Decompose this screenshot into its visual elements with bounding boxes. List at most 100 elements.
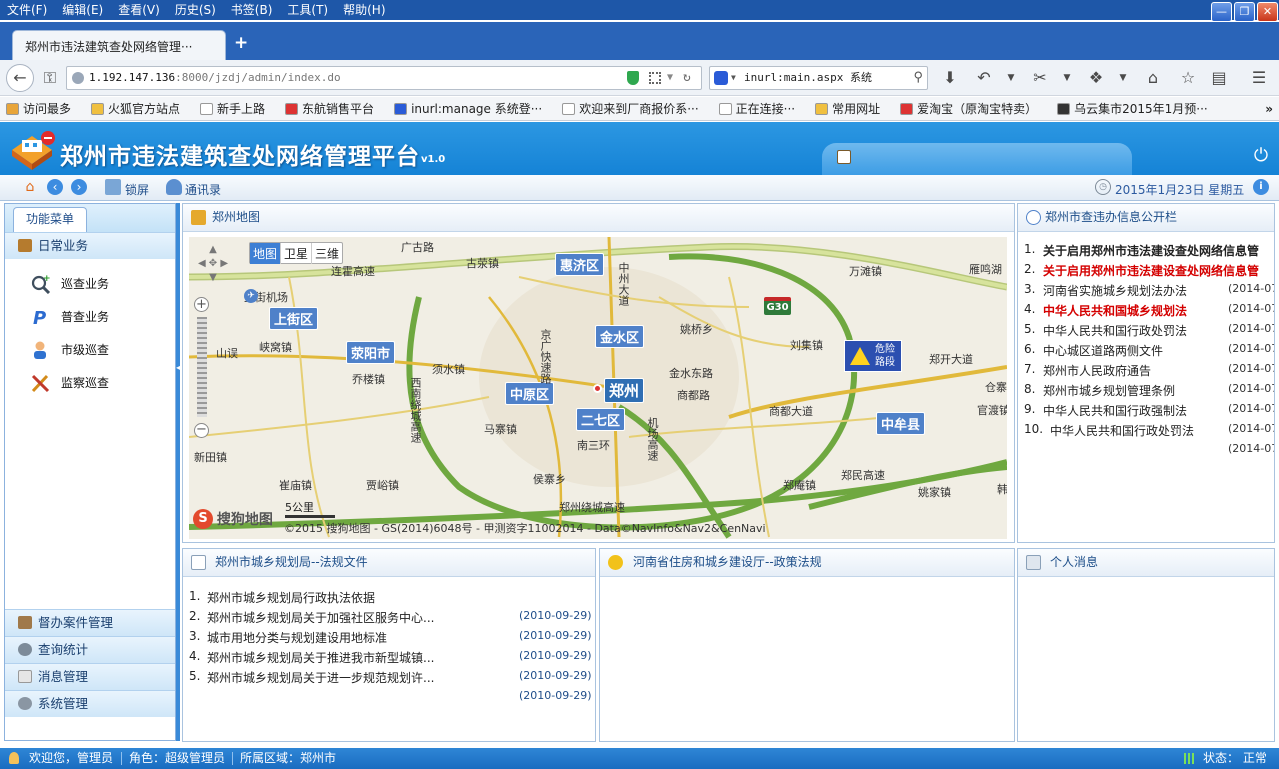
sidebar-section-system[interactable]: 系统管理	[5, 690, 175, 717]
sidebar-section-messages[interactable]: 消息管理	[5, 663, 175, 690]
bookmarks-overflow-icon[interactable]: »	[1265, 97, 1273, 120]
map-type-map-button[interactable]: 地图	[250, 243, 281, 264]
lock-screen-button[interactable]: 锁屏	[125, 181, 149, 198]
bookmark-item[interactable]: 乌云集市2015年1月预···	[1051, 97, 1214, 120]
menu-tools[interactable]: 工具(T)	[280, 0, 336, 19]
map-scale-label: 5公里	[285, 501, 314, 514]
qr-icon[interactable]	[649, 72, 661, 84]
star-icon[interactable]: ☆	[1176, 66, 1200, 90]
reader-icon[interactable]: ▤	[1207, 66, 1231, 90]
contacts-icon[interactable]	[166, 179, 182, 195]
sogou-logo-icon: S	[193, 509, 213, 529]
menu-help[interactable]: 帮助(H)	[336, 0, 393, 19]
bookmark-item[interactable]: 火狐官方站点	[85, 97, 186, 120]
city-label[interactable]: 郑州	[604, 378, 645, 403]
zoom-out-button[interactable]: −	[194, 423, 209, 438]
back-arrow-icon[interactable]: ‹	[47, 179, 63, 195]
menu-bookmarks[interactable]: 书签(B)	[224, 0, 281, 19]
district-label[interactable]: 中牟县	[876, 412, 926, 435]
sidebar-section-query-stats[interactable]: 查询统计	[5, 636, 175, 663]
tools-icon[interactable]: ❖	[1084, 66, 1108, 90]
reload-icon[interactable]: ↻	[683, 67, 691, 89]
restore-window-button[interactable]: ❐	[1234, 2, 1255, 22]
power-button-icon[interactable]: ⏻	[1250, 145, 1272, 167]
sidebar-item-survey[interactable]: P 普查业务	[30, 305, 109, 329]
undo-icon[interactable]: ↶	[972, 66, 996, 90]
home-icon[interactable]: ⌂	[22, 179, 38, 195]
pan-control[interactable]: ▲ ◀ ✥ ▶ ▼	[195, 243, 231, 287]
new-tab-button[interactable]: +	[234, 33, 252, 53]
sidebar-section-supervised-cases[interactable]: 督办案件管理	[5, 609, 175, 636]
search-engine-dropdown-icon[interactable]: ▼	[731, 67, 736, 89]
header-tab[interactable]	[822, 143, 1132, 175]
planning-item-link[interactable]: 郑州市城乡规划局关于加强社区服务中心...	[207, 609, 434, 626]
status-divider	[121, 752, 122, 765]
danger-label: 危险路段	[875, 344, 895, 368]
info-icon[interactable]: i	[1253, 179, 1269, 195]
globe-icon	[72, 72, 84, 84]
key-icon[interactable]: ⚿	[38, 66, 62, 90]
menu-history[interactable]: 历史(S)	[168, 0, 224, 19]
district-label[interactable]: 上街区	[269, 307, 319, 330]
danger-road-marker[interactable]: 危险路段	[844, 340, 902, 372]
url-bar[interactable]: 1.192.147.136:8000/jzdj/admin/index.do ▼…	[66, 66, 702, 90]
planning-item-link[interactable]: 郑州市城乡规划局关于进一步规范规划许...	[207, 669, 434, 686]
planning-item-link[interactable]: 城市用地分类与规划建设用地标准	[207, 629, 387, 646]
tools-dropdown-icon[interactable]: ▼	[1111, 66, 1135, 90]
search-bar[interactable]: ▼ inurl:main.aspx 系统 ⚲	[709, 66, 928, 90]
forward-arrow-icon[interactable]: ›	[71, 179, 87, 195]
bookmark-item[interactable]: 欢迎来到厂商报价系···	[556, 97, 704, 120]
signal-icon	[1184, 753, 1196, 764]
minimize-window-button[interactable]: —	[1211, 2, 1232, 22]
district-label[interactable]: 二七区	[576, 408, 626, 431]
sidebar-item-city-patrol[interactable]: 市级巡查	[30, 338, 109, 362]
bookmark-icon	[562, 103, 576, 115]
menu-view[interactable]: 查看(V)	[111, 0, 168, 19]
bookmark-item[interactable]: inurl:manage 系统登···	[388, 97, 548, 120]
browser-tab[interactable]: 郑州市违法建筑查处网络管理···	[12, 30, 226, 60]
zoom-in-button[interactable]: +	[194, 297, 209, 312]
bookmark-item[interactable]: 东航销售平台	[279, 97, 380, 120]
close-window-button[interactable]: ✕	[1257, 2, 1278, 22]
sidebar-section-daily[interactable]: 日常业务	[5, 232, 175, 259]
place-label: 峡窝镇	[259, 341, 292, 354]
contacts-button[interactable]: 通讯录	[185, 181, 221, 198]
menu-file[interactable]: 文件(F)	[0, 0, 55, 19]
sidebar-splitter[interactable]: ◀	[176, 203, 182, 741]
notice-item-link[interactable]: 关于启用郑州市违法建设查处网络信息管	[1043, 242, 1274, 259]
back-icon[interactable]: ←	[6, 64, 34, 92]
bookmark-item[interactable]: 正在连接···	[713, 97, 801, 120]
lock-screen-icon[interactable]	[105, 179, 121, 195]
bookmark-item[interactable]: 常用网址	[809, 97, 886, 120]
download-icon[interactable]: ⬇	[938, 66, 962, 90]
district-label[interactable]: 中原区	[505, 382, 555, 405]
crop-dropdown-icon[interactable]: ▼	[1055, 66, 1079, 90]
zoom-slider[interactable]	[197, 317, 207, 417]
planning-item-link[interactable]: 郑州市城乡规划局行政执法依据	[207, 589, 375, 606]
undo-dropdown-icon[interactable]: ▼	[999, 66, 1023, 90]
menu-edit[interactable]: 编辑(E)	[55, 0, 111, 19]
notice-item-date: (2014-07	[1228, 422, 1274, 435]
dropdown-icon[interactable]: ▼	[667, 67, 673, 89]
shield-icon[interactable]	[627, 71, 639, 85]
sidebar-item-supervision-patrol[interactable]: 监察巡查	[30, 371, 109, 395]
planning-item-link[interactable]: 郑州市城乡规划局关于推进我市新型城镇...	[207, 649, 434, 666]
bookmark-item[interactable]: 新手上路	[194, 97, 271, 120]
crop-icon[interactable]: ✂	[1028, 66, 1052, 90]
tab-function-menu[interactable]: 功能菜单	[13, 207, 87, 232]
hamburger-menu-icon[interactable]: ☰	[1247, 66, 1271, 90]
district-label[interactable]: 金水区	[595, 325, 645, 348]
bookmark-item[interactable]: 爱淘宝（原淘宝特卖）	[894, 97, 1043, 120]
home-icon[interactable]: ⌂	[1141, 66, 1165, 90]
district-label[interactable]: 荥阳市	[346, 341, 396, 364]
map-view[interactable]: 上街区 惠济区 金水区 荥阳市 中原区 郑州 二七区 中牟县 广古路 古荥镇 中…	[189, 237, 1007, 539]
district-label[interactable]: 惠济区	[555, 253, 605, 276]
sidebar-item-patrol[interactable]: + 巡查业务	[30, 272, 109, 296]
place-label: 崔庙镇	[279, 479, 312, 492]
map-type-satellite-button[interactable]: 卫星	[280, 243, 311, 264]
place-label: 侯寨乡	[533, 473, 566, 486]
notice-item-link[interactable]: 关于启用郑州市违法建设查处网络信息管	[1043, 262, 1274, 279]
bookmark-item[interactable]: 访问最多	[0, 97, 77, 120]
search-icon[interactable]: ⚲	[913, 67, 923, 89]
map-type-3d-button[interactable]: 三维	[311, 243, 342, 264]
